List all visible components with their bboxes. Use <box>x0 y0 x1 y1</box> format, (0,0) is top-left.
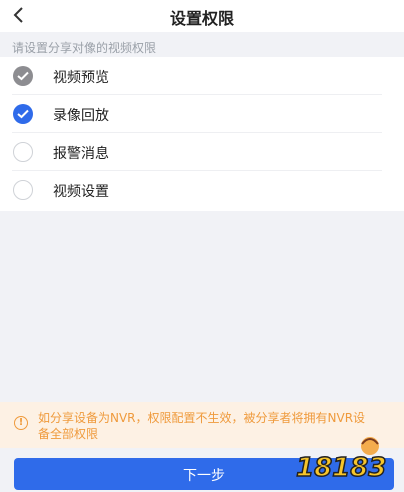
permission-label: 录像回放 <box>53 108 109 124</box>
permission-label: 报警消息 <box>53 146 109 162</box>
checkbox-checked[interactable] <box>13 104 33 124</box>
checkbox-unchecked[interactable] <box>13 142 33 162</box>
watermark-logo: 18183 <box>295 437 387 484</box>
check-icon <box>17 109 29 119</box>
checkbox-unchecked[interactable] <box>13 180 33 200</box>
permission-item-video-settings[interactable]: 视频设置 <box>0 171 404 209</box>
top-bar: 设置权限 <box>0 0 404 32</box>
warning-circle-icon: ! <box>14 416 28 430</box>
permission-item-recording-playback[interactable]: 录像回放 <box>0 95 404 133</box>
permission-item-alarm-messages[interactable]: 报警消息 <box>0 133 404 171</box>
permission-label: 视频设置 <box>53 184 109 200</box>
permission-item-video-preview[interactable]: 视频预览 <box>0 57 404 95</box>
check-icon <box>17 71 29 81</box>
svg-text:18183: 18183 <box>296 453 386 483</box>
page-title: 设置权限 <box>169 9 234 28</box>
checkbox-checked-disabled[interactable] <box>13 66 33 86</box>
section-subtitle: 请设置分享对像的视频权限 <box>12 41 157 55</box>
permission-list: 视频预览 录像回放 报警消息 视频设置 <box>0 57 404 211</box>
permission-label: 视频预览 <box>53 70 109 86</box>
